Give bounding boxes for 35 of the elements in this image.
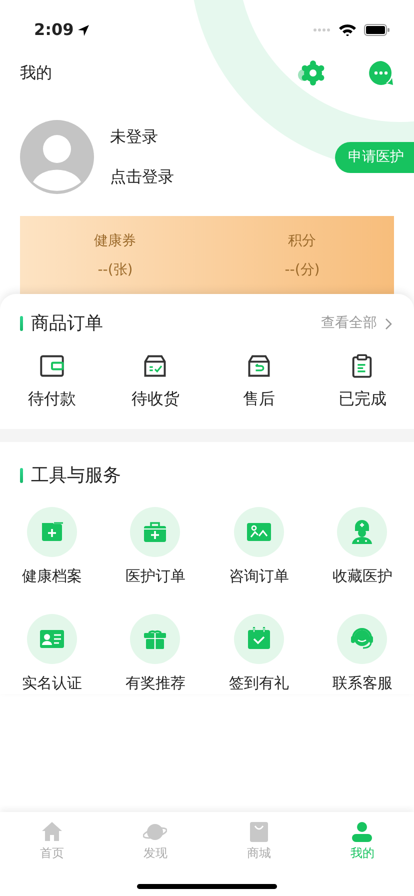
page-title: 我的 xyxy=(20,62,52,84)
stat-label: 健康券 xyxy=(94,232,136,251)
service-link[interactable]: 医护订单 xyxy=(104,507,207,588)
order-status-link[interactable]: 待付款 xyxy=(0,353,104,411)
order-status-link[interactable]: 售后 xyxy=(207,353,310,411)
service-link[interactable]: 健康档案 xyxy=(0,507,104,588)
chevron-right-icon xyxy=(385,318,392,330)
person-icon xyxy=(350,820,374,844)
location-arrow-icon xyxy=(78,24,89,36)
settings-icon[interactable] xyxy=(296,60,326,86)
login-link[interactable]: 点击登录 xyxy=(110,165,174,189)
signal-dots-icon xyxy=(313,28,331,32)
status-time: 2:09 xyxy=(34,19,74,41)
wallet-icon xyxy=(38,353,65,379)
order-status-link[interactable]: 待收货 xyxy=(104,353,207,411)
user-name[interactable]: 未登录 xyxy=(110,125,174,149)
home-icon xyxy=(40,820,64,844)
stat-label: 积分 xyxy=(288,232,316,251)
section-title: 工具与服务 xyxy=(31,464,121,488)
service-link[interactable]: 咨询订单 xyxy=(207,507,310,588)
wifi-icon xyxy=(339,24,356,36)
avatar-silhouette-icon[interactable] xyxy=(20,120,94,194)
order-status-link[interactable]: 已完成 xyxy=(310,353,414,411)
battery-icon xyxy=(364,24,390,36)
title-marker xyxy=(20,468,23,483)
service-link[interactable]: 有奖推荐 xyxy=(104,614,207,694)
service-link[interactable]: 签到有礼 xyxy=(207,614,310,694)
box-return-icon xyxy=(246,353,272,379)
title-marker xyxy=(20,316,23,331)
message-icon[interactable] xyxy=(368,60,394,86)
service-link[interactable]: 实名认证 xyxy=(0,614,104,694)
service-link[interactable]: 收藏医护 xyxy=(310,507,414,588)
section-title: 商品订单 xyxy=(31,312,103,336)
box-check-icon xyxy=(142,353,168,379)
service-link[interactable]: 联系客服 xyxy=(310,614,414,694)
